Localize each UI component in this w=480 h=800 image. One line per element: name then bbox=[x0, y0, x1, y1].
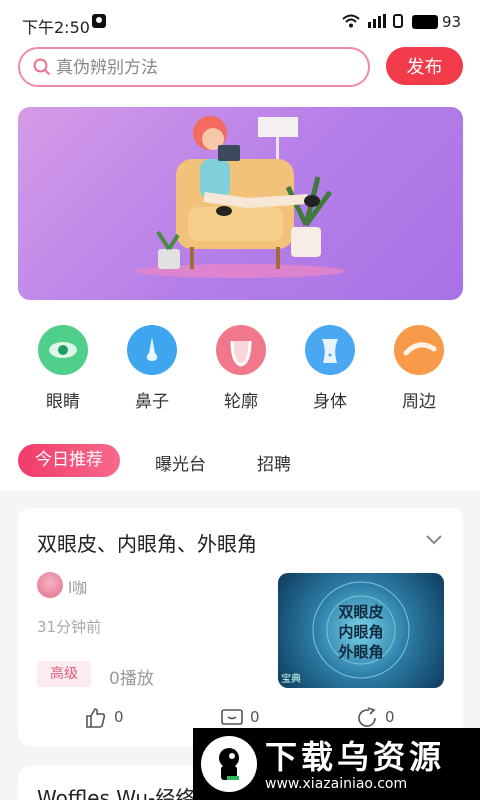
thumbnail-line-1: 双眼皮 bbox=[338, 603, 384, 621]
signal-icon bbox=[366, 14, 386, 32]
face-contour-icon bbox=[216, 325, 266, 375]
category-eyes[interactable]: 眼睛 bbox=[18, 322, 108, 412]
thumbnail-line-2: 内眼角 bbox=[338, 623, 384, 641]
eyebrow-icon bbox=[394, 325, 444, 375]
level-badge: 高级 bbox=[37, 661, 91, 687]
category-label: 身体 bbox=[313, 392, 347, 412]
status-time: 下午2:50 bbox=[22, 18, 90, 37]
tab-bar: 今日推荐 曝光台 招聘 bbox=[0, 444, 480, 478]
search-icon bbox=[33, 58, 51, 76]
watermark-url: www.xiazainiao.com bbox=[265, 776, 408, 792]
category-body[interactable]: 身体 bbox=[285, 322, 375, 412]
vibrate-icon bbox=[392, 14, 404, 32]
notification-icon bbox=[92, 14, 106, 32]
watermark-title: 下载乌资源 bbox=[265, 738, 446, 776]
like-count: 0 bbox=[114, 708, 124, 726]
site-watermark: 下载乌资源 www.xiazainiao.com bbox=[193, 728, 480, 800]
post-author[interactable]: l咖 bbox=[68, 577, 87, 598]
share-icon bbox=[358, 707, 376, 727]
category-contour[interactable]: 轮廓 bbox=[196, 322, 286, 412]
category-surroundings[interactable]: 周边 bbox=[374, 322, 464, 412]
share-count: 0 bbox=[385, 708, 395, 726]
thumbnail-line-3: 外眼角 bbox=[338, 643, 384, 661]
banner-carousel[interactable] bbox=[18, 107, 463, 300]
post-actions: 0 0 0 bbox=[18, 706, 463, 730]
search-bar[interactable] bbox=[18, 47, 370, 87]
bird-logo-icon bbox=[201, 736, 257, 792]
play-count: 0播放 bbox=[109, 669, 154, 689]
battery-icon bbox=[412, 15, 438, 29]
eye-icon bbox=[38, 325, 88, 375]
category-label: 眼睛 bbox=[46, 392, 80, 412]
battery-level: 93 bbox=[442, 13, 462, 31]
post-thumbnail[interactable]: 双眼皮 内眼角 外眼角 宝典 bbox=[278, 573, 444, 688]
wifi-icon bbox=[342, 14, 360, 32]
body-icon bbox=[305, 325, 355, 375]
banner-illustration bbox=[135, 116, 345, 278]
post-card[interactable]: 双眼皮、内眼角、外眼角 l咖 31分钟前 高级 0播放 双眼皮 内眼角 外眼角 … bbox=[18, 508, 463, 746]
tab-recruit[interactable]: 招聘 bbox=[257, 450, 291, 475]
nose-icon bbox=[127, 325, 177, 375]
chevron-down-icon[interactable] bbox=[425, 534, 443, 546]
tab-today-recommend[interactable]: 今日推荐 bbox=[18, 444, 120, 477]
thumbs-up-icon bbox=[86, 708, 106, 728]
category-label: 周边 bbox=[402, 392, 436, 412]
category-label: 鼻子 bbox=[135, 392, 169, 412]
tab-exposure[interactable]: 曝光台 bbox=[155, 450, 206, 475]
avatar[interactable] bbox=[37, 572, 63, 598]
category-label: 轮廓 bbox=[224, 392, 258, 412]
publish-button[interactable]: 发布 bbox=[386, 47, 463, 85]
post-time: 31分钟前 bbox=[37, 618, 102, 636]
post-title: 双眼皮、内眼角、外眼角 bbox=[37, 532, 257, 556]
comment-count: 0 bbox=[250, 708, 260, 726]
category-nose[interactable]: 鼻子 bbox=[107, 322, 197, 412]
comment-icon bbox=[221, 709, 243, 725]
status-bar: 下午2:50 93 bbox=[0, 0, 480, 46]
category-row: 眼睛 鼻子 轮廓 身体 周边 bbox=[0, 322, 480, 412]
thumbnail-watermark: 宝典 bbox=[281, 674, 301, 685]
search-input[interactable] bbox=[56, 55, 356, 81]
